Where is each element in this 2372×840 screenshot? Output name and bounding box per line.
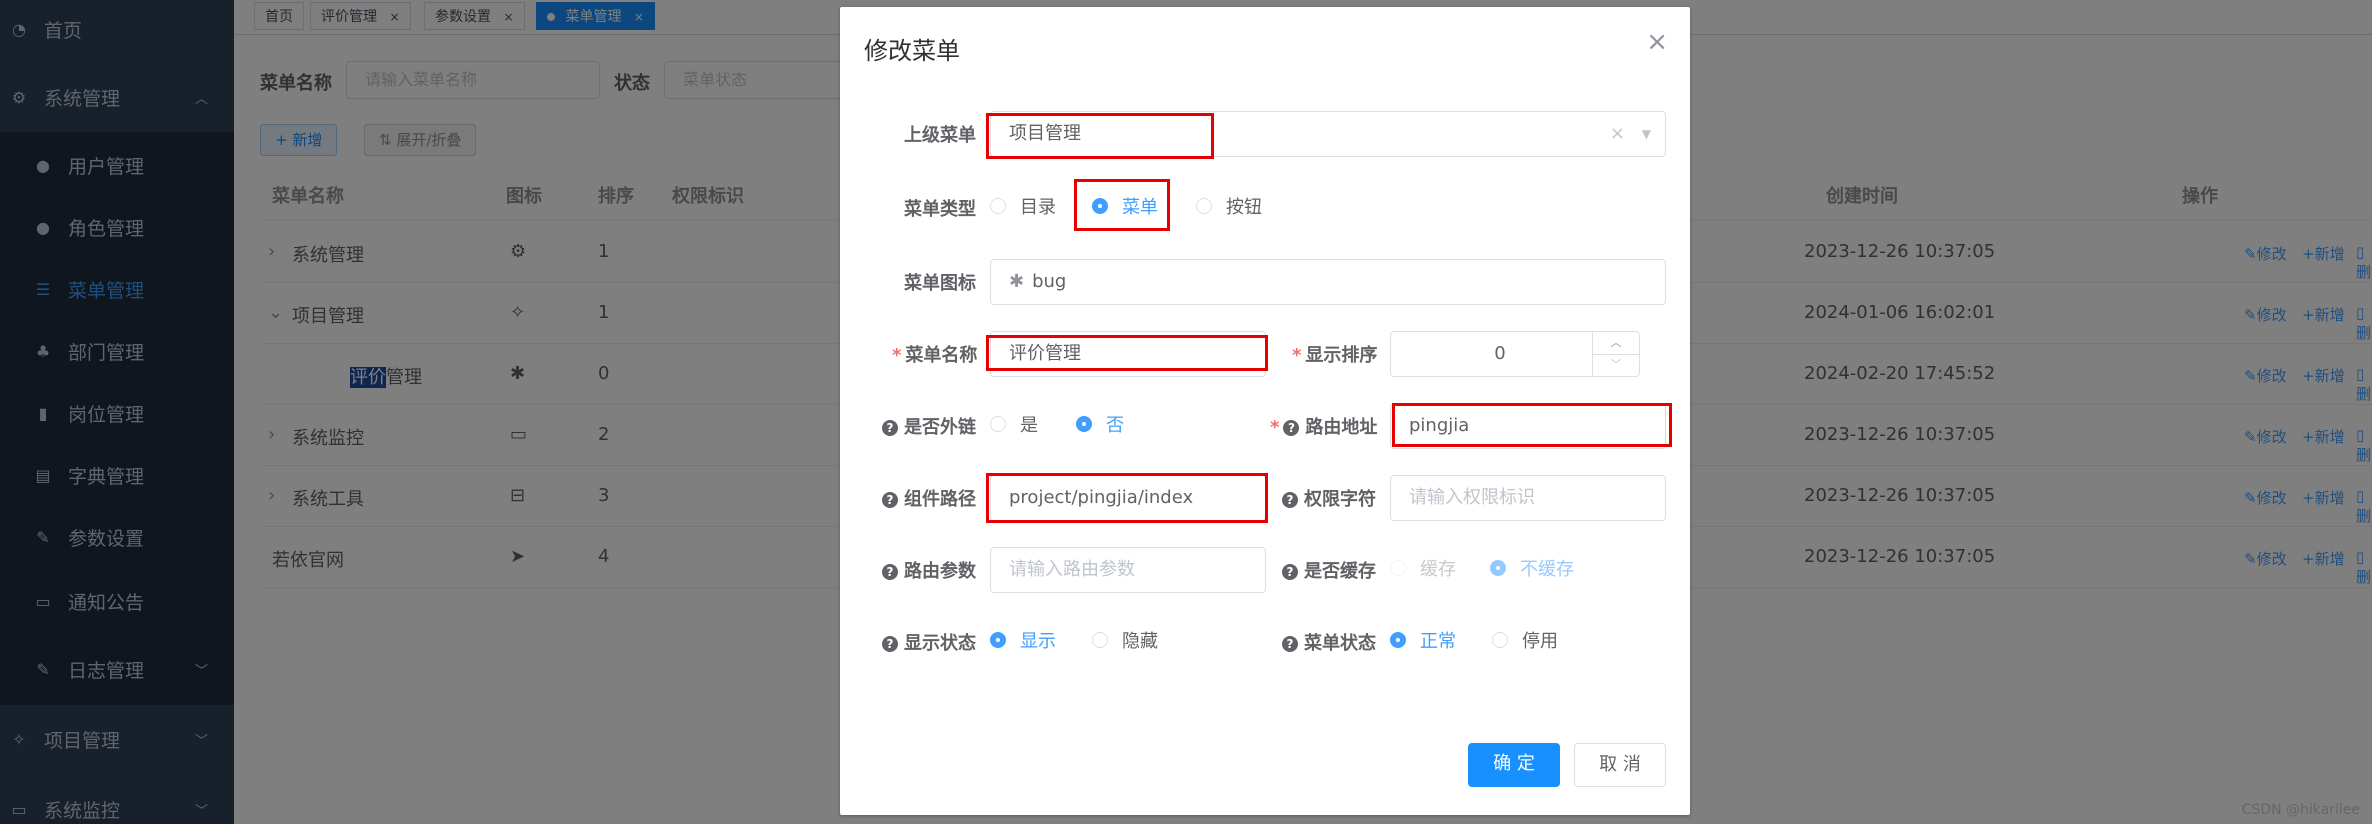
question-icon[interactable]: ?	[882, 564, 898, 580]
annotation-box	[986, 473, 1268, 523]
menu-type-label: 菜单类型	[904, 199, 976, 220]
parent-menu-label: 上级菜单	[904, 125, 976, 146]
radio-directory[interactable]: 目录	[990, 194, 1056, 218]
radio-visible-hide[interactable]: 隐藏	[1092, 628, 1158, 652]
radio-label: 按钮	[1226, 197, 1262, 218]
radio-label: 隐藏	[1122, 631, 1158, 652]
question-icon[interactable]: ?	[1282, 564, 1298, 580]
route-query-label-text: 路由参数	[904, 561, 976, 582]
bug-icon: ✱	[1009, 271, 1025, 292]
radio-label: 是	[1020, 415, 1038, 436]
cache-label-text: 是否缓存	[1304, 561, 1376, 582]
radio-status-normal[interactable]: 正常	[1390, 628, 1456, 652]
required-mark: *	[1270, 417, 1280, 438]
radio-checked-icon	[1076, 416, 1092, 432]
annotation-box	[1392, 403, 1672, 447]
question-icon[interactable]: ?	[1282, 492, 1298, 508]
confirm-button[interactable]: 确 定	[1468, 743, 1560, 787]
radio-button[interactable]: 按钮	[1196, 194, 1262, 218]
route-query-input[interactable]: 请输入路由参数	[990, 547, 1266, 593]
radio-circle-icon	[1092, 632, 1108, 648]
radio-label: 缓存	[1420, 559, 1456, 580]
menu-icon-label: 菜单图标	[904, 273, 976, 294]
radio-circle-icon	[1492, 632, 1508, 648]
watermark: CSDN @hikarilee	[2241, 802, 2360, 818]
radio-circle-icon	[1196, 198, 1212, 214]
radio-checked-icon	[990, 632, 1006, 648]
radio-status-disabled[interactable]: 停用	[1492, 628, 1558, 652]
route-path-label: *? 路由地址	[1270, 413, 1377, 439]
menu-icon-value: bug	[1032, 271, 1067, 292]
radio-external-yes[interactable]: 是	[990, 412, 1038, 436]
menu-status-label-text: 菜单状态	[1304, 633, 1376, 654]
question-icon[interactable]: ?	[1283, 420, 1300, 436]
radio-circle-icon	[1390, 560, 1406, 576]
cancel-button[interactable]: 取 消	[1574, 743, 1666, 787]
required-mark: *	[1292, 345, 1302, 366]
route-query-label: ? 路由参数	[882, 557, 976, 583]
radio-label: 目录	[1020, 197, 1056, 218]
radio-checked-icon	[1390, 632, 1406, 648]
annotation-box	[1074, 179, 1170, 231]
radio-label: 显示	[1020, 631, 1056, 652]
radio-circle-icon	[990, 198, 1006, 214]
radio-visible-show[interactable]: 显示	[990, 628, 1056, 652]
radio-cache-no[interactable]: 不缓存	[1490, 556, 1574, 580]
visible-label: ? 显示状态	[882, 629, 976, 655]
question-icon[interactable]: ?	[882, 420, 898, 436]
question-icon[interactable]: ?	[882, 492, 898, 508]
external-link-label: ? 是否外链	[882, 413, 976, 439]
radio-circle-icon	[990, 416, 1006, 432]
perms-label: ? 权限字符	[1282, 485, 1376, 511]
required-mark: *	[892, 345, 902, 366]
radio-checked-icon	[1490, 560, 1506, 576]
radio-label: 否	[1106, 415, 1124, 436]
perms-input[interactable]: 请输入权限标识	[1390, 475, 1666, 521]
radio-cache-yes[interactable]: 缓存	[1390, 556, 1456, 580]
annotation-box	[986, 335, 1268, 371]
close-icon[interactable]: ×	[1646, 27, 1668, 57]
order-value: 0	[1494, 343, 1506, 364]
edit-menu-dialog: 修改菜单 × 上级菜单 项目管理 × ▼ 菜单类型 目录 菜单 按钮 菜单图标 …	[840, 7, 1690, 815]
order-input-number[interactable]: 0 ︿ ﹀	[1390, 331, 1640, 377]
increase-icon[interactable]: ︿	[1592, 332, 1639, 355]
radio-external-no[interactable]: 否	[1076, 412, 1124, 436]
component-label-text: 组件路径	[904, 489, 976, 510]
order-label: * 显示排序	[1292, 341, 1377, 367]
menu-status-label: ? 菜单状态	[1282, 629, 1376, 655]
component-label: ? 组件路径	[882, 485, 976, 511]
radio-label: 不缓存	[1520, 559, 1574, 580]
decrease-icon[interactable]: ﹀	[1592, 354, 1639, 376]
route-path-label-text: 路由地址	[1305, 417, 1378, 438]
menu-icon-input[interactable]: ✱ bug	[990, 259, 1666, 305]
perms-label-text: 权限字符	[1304, 489, 1376, 510]
menu-name-label-text: 菜单名称	[905, 345, 978, 366]
visible-label-text: 显示状态	[904, 633, 976, 654]
question-icon[interactable]: ?	[882, 636, 898, 652]
annotation-box	[986, 113, 1214, 159]
question-icon[interactable]: ?	[1282, 636, 1298, 652]
order-label-text: 显示排序	[1305, 345, 1378, 366]
radio-label: 正常	[1420, 631, 1456, 652]
menu-name-label: * 菜单名称	[892, 341, 977, 367]
external-link-label-text: 是否外链	[904, 417, 976, 438]
cache-label: ? 是否缓存	[1282, 557, 1376, 583]
dialog-title: 修改菜单	[864, 37, 960, 65]
clear-icon[interactable]: ×	[1610, 112, 1625, 156]
radio-label: 停用	[1522, 631, 1558, 652]
caret-down-icon: ▼	[1641, 127, 1651, 141]
